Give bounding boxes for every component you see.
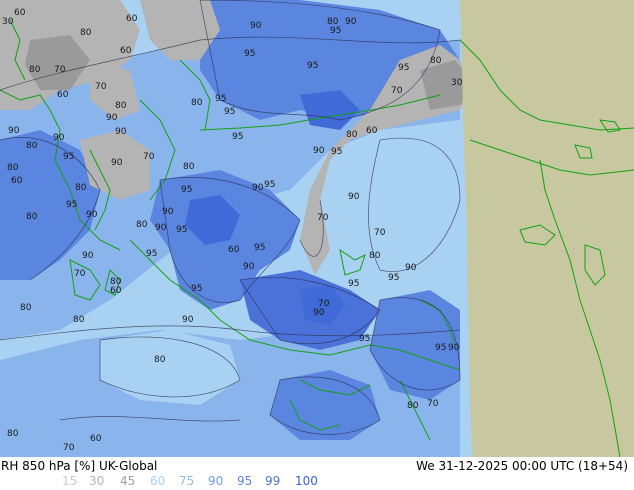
- contour-label: 90: [313, 146, 325, 156]
- contour-label: 95: [146, 249, 157, 259]
- contour-label: 90: [250, 21, 262, 31]
- contour-label: 95: [66, 200, 77, 210]
- contour-label: 80: [369, 251, 381, 261]
- contour-label: 95: [388, 273, 399, 283]
- contour-label: 80: [7, 429, 19, 439]
- contour-label: 90: [313, 308, 325, 318]
- contour-label: 80: [26, 212, 38, 222]
- map-title: RH 850 hPa [%] UK-Global: [1, 459, 158, 473]
- contour-label: 60: [120, 46, 132, 56]
- contour-label: 80: [75, 183, 87, 193]
- contour-label: 80: [183, 162, 195, 172]
- contour-label: 90: [8, 126, 20, 136]
- contour-label: 30: [451, 78, 463, 88]
- scale-label-95: 95: [237, 474, 253, 488]
- contour-label: 70: [318, 299, 330, 309]
- contour-label: 80: [154, 355, 166, 365]
- contour-label: 95: [435, 343, 446, 353]
- contour-label: 95: [359, 334, 370, 344]
- contour-label: 60: [57, 90, 69, 100]
- contour-label: 90: [115, 127, 127, 137]
- contour-label: 90: [348, 192, 360, 202]
- contour-label: 95: [176, 225, 187, 235]
- contour-label: 95: [215, 94, 226, 104]
- contour-label: 60: [14, 8, 26, 18]
- contour-label: 80: [430, 56, 442, 66]
- contour-label: 95: [191, 284, 202, 294]
- contour-label: 70: [74, 269, 86, 279]
- contour-label: 95: [244, 49, 255, 59]
- contour-label: 90: [162, 207, 174, 217]
- contour-label: 95: [331, 147, 342, 157]
- contour-label: 70: [54, 65, 66, 75]
- scale-label-60: 60: [150, 474, 166, 488]
- contour-label: 95: [330, 26, 341, 36]
- contour-label: 70: [391, 86, 403, 96]
- scale-label-75: 75: [179, 474, 195, 488]
- contour-label: 95: [224, 107, 235, 117]
- contour-label: 90: [106, 113, 118, 123]
- contour-label: 95: [254, 243, 265, 253]
- scale-label-99: 99: [265, 474, 281, 488]
- map-footer: RH 850 hPa [%] UK-Global We 31-12-2025 0…: [0, 457, 634, 490]
- contour-label: 80: [407, 401, 419, 411]
- contour-label: 90: [182, 315, 194, 325]
- contour-label: 80: [20, 303, 32, 313]
- contour-label: 90: [448, 343, 460, 353]
- contour-label: 80: [80, 28, 92, 38]
- scale-label-30: 30: [89, 474, 105, 488]
- contour-label: 95: [232, 132, 243, 142]
- contour-label: 95: [63, 152, 74, 162]
- contour-label: 60: [366, 126, 378, 136]
- contour-label: 70: [143, 152, 155, 162]
- contour-label: 90: [155, 223, 167, 233]
- contour-label: 90: [53, 133, 65, 143]
- map-svg: 30 60 60 80 90 80 90 95 60 95 95 80 80 7…: [0, 0, 634, 457]
- contour-label: 80: [191, 98, 203, 108]
- contour-label: 70: [95, 82, 107, 92]
- contour-label: 80: [136, 220, 148, 230]
- contour-label: 80: [29, 65, 41, 75]
- scale-label-100: 100: [295, 474, 318, 488]
- contour-label: 60: [110, 286, 122, 296]
- contour-label: 90: [86, 210, 98, 220]
- contour-label: 95: [181, 185, 192, 195]
- contour-label: 90: [405, 263, 417, 273]
- contour-label: 95: [398, 63, 409, 73]
- contour-label: 80: [346, 130, 358, 140]
- contour-label: 95: [307, 61, 318, 71]
- contour-label: 80: [73, 315, 85, 325]
- contour-label: 90: [252, 183, 264, 193]
- contour-label: 60: [11, 176, 23, 186]
- contour-label: 90: [345, 17, 357, 27]
- contour-label: 30: [2, 17, 14, 27]
- contour-label: 70: [427, 399, 439, 409]
- contour-label: 80: [115, 101, 127, 111]
- scale-label-45: 45: [120, 474, 136, 488]
- contour-label: 95: [348, 279, 359, 289]
- contour-label: 90: [82, 251, 94, 261]
- contour-label: 60: [90, 434, 102, 444]
- contour-label: 60: [228, 245, 240, 255]
- scale-label-90: 90: [208, 474, 224, 488]
- contour-label: 80: [7, 163, 19, 173]
- contour-label: 90: [243, 262, 255, 272]
- contour-label: 90: [111, 158, 123, 168]
- contour-label: 70: [374, 228, 386, 238]
- valid-time: We 31-12-2025 00:00 UTC (18+54): [416, 459, 628, 473]
- map-area: 30 60 60 80 90 80 90 95 60 95 95 80 80 7…: [0, 0, 634, 457]
- contour-label: 70: [63, 443, 75, 453]
- contour-label: 70: [317, 213, 329, 223]
- scale-label-15: 15: [62, 474, 78, 488]
- contour-label: 95: [264, 180, 275, 190]
- contour-label: 80: [26, 141, 38, 151]
- contour-label: 60: [126, 14, 138, 24]
